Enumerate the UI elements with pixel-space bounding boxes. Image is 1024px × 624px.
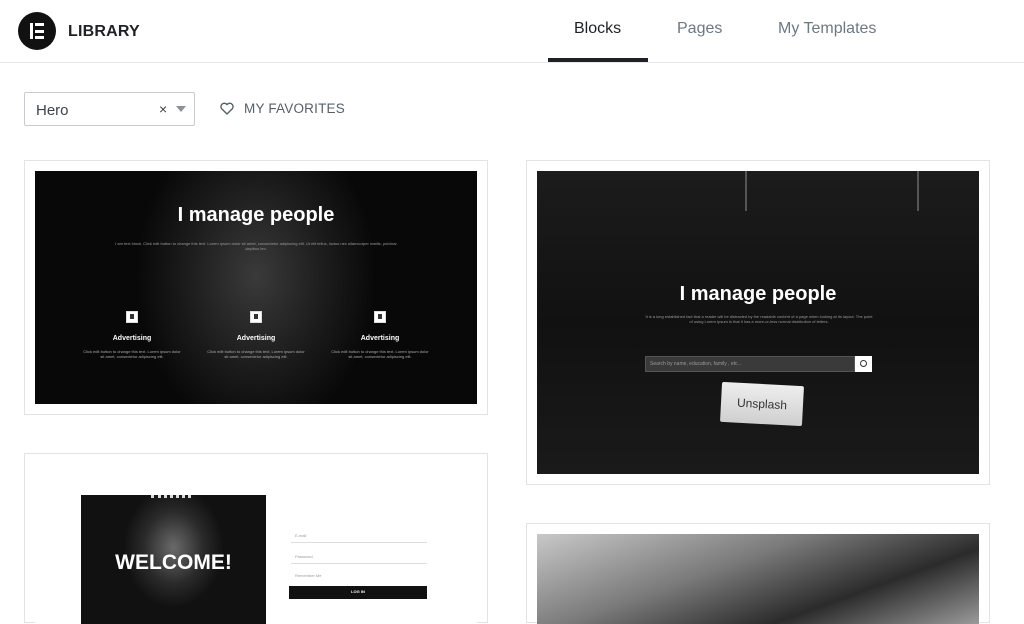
heart-icon (220, 102, 234, 115)
hanger-image (745, 171, 747, 211)
tag-text: Unsplash (736, 395, 788, 413)
label-tag-image: Unsplash (720, 381, 804, 427)
template-card[interactable]: WELCOME! E-mail Password Remember Me LOG… (24, 453, 488, 624)
email-field (291, 542, 427, 543)
bookmark-icon (250, 311, 262, 323)
preview-subtitle: It is a long established fact that a rea… (645, 314, 873, 324)
feature-text: Click edit button to change this text. L… (83, 349, 181, 359)
remember-me-label: Remember Me (295, 573, 322, 578)
welcome-image: WELCOME! (81, 495, 266, 624)
hanger-image (917, 171, 919, 211)
bookmark-icon (374, 311, 386, 323)
template-preview (537, 534, 979, 624)
template-card[interactable] (526, 523, 990, 624)
login-button-label: LOG IN (351, 589, 365, 594)
category-select-value: Hero (36, 102, 69, 119)
template-card[interactable]: I manage people I am text block. Click e… (24, 160, 488, 415)
category-select[interactable]: Hero × (24, 92, 195, 126)
preview-title: I manage people (679, 283, 837, 305)
email-placeholder: E-mail (295, 533, 307, 538)
library-header: LIBRARY Blocks Pages My Templates (0, 0, 1024, 63)
my-favorites-label: MY FAVORITES (244, 101, 345, 116)
template-preview: I manage people I am text block. Click e… (35, 171, 477, 404)
library-title: LIBRARY (68, 23, 140, 40)
preview-subtitle: I am text block. Click edit button to ch… (115, 241, 397, 251)
tab-pages[interactable]: Pages (677, 20, 722, 38)
feature-title: Advertising (360, 335, 400, 342)
close-icon[interactable]: × (159, 101, 167, 117)
crown-image (151, 495, 191, 507)
caret-down-icon[interactable] (176, 106, 186, 112)
preview-title: I manage people (177, 204, 335, 226)
feature-text: Click edit button to change this text. L… (207, 349, 305, 359)
password-placeholder: Password (295, 554, 313, 559)
template-preview: WELCOME! E-mail Password Remember Me LOG… (35, 454, 477, 624)
feature-title: Advertising (112, 335, 152, 342)
active-tab-indicator (548, 58, 648, 62)
preview-search-placeholder: Search by name, education, family , etc.… (650, 361, 742, 367)
feature-title: Advertising (236, 335, 276, 342)
elementor-logo-icon (18, 12, 56, 50)
preview-search-input: Search by name, education, family , etc.… (645, 356, 855, 372)
tab-my-templates[interactable]: My Templates (778, 20, 876, 38)
tab-blocks[interactable]: Blocks (574, 20, 621, 38)
bookmark-icon (126, 311, 138, 323)
feature-text: Click edit button to change this text. L… (331, 349, 429, 359)
welcome-title: WELCOME! (115, 551, 232, 574)
password-field (291, 563, 427, 564)
template-preview: I manage people It is a long established… (537, 171, 979, 474)
template-card[interactable]: I manage people It is a long established… (526, 160, 990, 485)
login-button: LOG IN (289, 586, 427, 599)
search-icon (855, 356, 872, 372)
